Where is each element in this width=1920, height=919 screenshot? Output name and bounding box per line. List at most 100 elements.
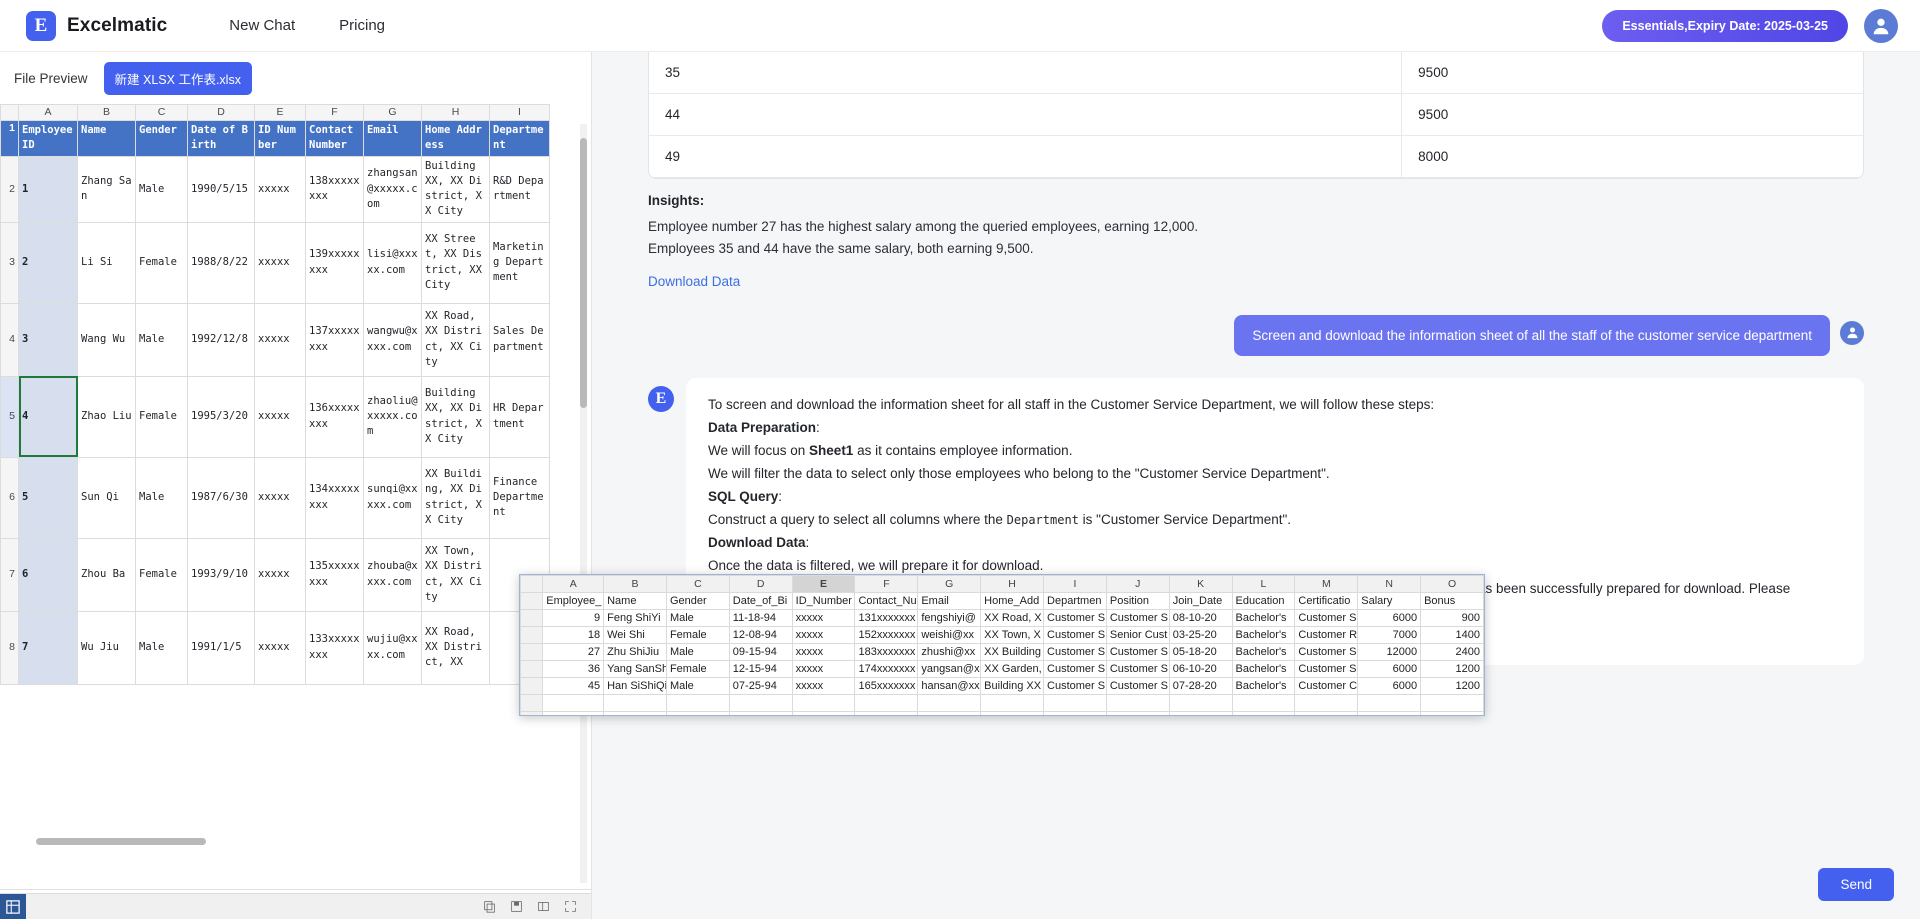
send-button[interactable]: Send bbox=[1818, 868, 1894, 901]
cell-r6-c7[interactable]: XX Building, XX District, XX City bbox=[422, 457, 490, 538]
floating-row-head-2[interactable] bbox=[521, 644, 543, 661]
floating-cell-r1-c0[interactable]: 18 bbox=[543, 627, 604, 644]
file-tab-chip[interactable]: 新建 XLSX 工作表.xlsx bbox=[104, 62, 252, 95]
floating-cell-r1-c5[interactable]: 152xxxxxxx bbox=[855, 627, 918, 644]
user-avatar[interactable] bbox=[1864, 9, 1898, 43]
floating-header-10[interactable]: Join_Date bbox=[1169, 593, 1232, 610]
floating-cell-r0-c9[interactable]: Customer S bbox=[1106, 610, 1169, 627]
floating-empty-cell[interactable] bbox=[1044, 695, 1107, 712]
cell-r4-c0[interactable]: 3 bbox=[19, 303, 78, 376]
floating-empty-cell[interactable] bbox=[729, 695, 792, 712]
floating-cell-r2-c4[interactable]: xxxxx bbox=[792, 644, 855, 661]
cell-r3-c8[interactable]: Marketing Department bbox=[490, 222, 550, 303]
floating-col-head-L[interactable]: L bbox=[1232, 576, 1295, 593]
floating-cell-r3-c6[interactable]: yangsan@x bbox=[918, 661, 981, 678]
cell-r2-c6[interactable]: zhangsan@xxxxx.com bbox=[364, 156, 422, 222]
floating-cell-r4-c4[interactable]: xxxxx bbox=[792, 678, 855, 695]
cell-r8-c5[interactable]: 133xxxxxxxx bbox=[306, 611, 364, 684]
floating-header-12[interactable]: Certificatio bbox=[1295, 593, 1358, 610]
floating-cell-r4-c14[interactable]: 1200 bbox=[1421, 678, 1484, 695]
row-head-4[interactable]: 4 bbox=[1, 303, 19, 376]
floating-cell-r4-c9[interactable]: Customer S bbox=[1106, 678, 1169, 695]
download-data-link[interactable]: Download Data bbox=[648, 274, 740, 289]
floating-cell-r4-c11[interactable]: Bachelor's bbox=[1232, 678, 1295, 695]
floating-empty-cell[interactable] bbox=[1358, 695, 1421, 712]
floating-cell-r0-c7[interactable]: XX Road, X bbox=[981, 610, 1044, 627]
floating-col-head-B[interactable]: B bbox=[604, 576, 667, 593]
floating-row-head-4[interactable] bbox=[521, 678, 543, 695]
floating-cell-r0-c14[interactable]: 900 bbox=[1421, 610, 1484, 627]
cell-r5-c1[interactable]: Zhao Liu bbox=[78, 376, 136, 457]
cell-r4-c2[interactable]: Male bbox=[136, 303, 188, 376]
cell-r5-c3[interactable]: 1995/3/20 bbox=[188, 376, 255, 457]
col-head-B[interactable]: B bbox=[78, 105, 136, 121]
header-cell-department[interactable]: Department bbox=[490, 121, 550, 156]
floating-grid-corner[interactable] bbox=[521, 576, 543, 593]
floating-row-head-0[interactable] bbox=[521, 610, 543, 627]
floating-cell-r3-c2[interactable]: Female bbox=[666, 661, 729, 678]
floating-header-1[interactable]: Name bbox=[604, 593, 667, 610]
floating-cell-r1-c14[interactable]: 1400 bbox=[1421, 627, 1484, 644]
floating-cell-r0-c11[interactable]: Bachelor's bbox=[1232, 610, 1295, 627]
floating-cell-r4-c2[interactable]: Male bbox=[666, 678, 729, 695]
cell-r6-c6[interactable]: sunqi@xxxxx.com bbox=[364, 457, 422, 538]
col-head-I[interactable]: I bbox=[490, 105, 550, 121]
floating-cell-r3-c12[interactable]: Customer S bbox=[1295, 661, 1358, 678]
floating-cell-r4-c13[interactable]: 6000 bbox=[1358, 678, 1421, 695]
floating-cell-r0-c3[interactable]: 11-18-94 bbox=[729, 610, 792, 627]
floating-cell-r2-c1[interactable]: Zhu ShiJiu bbox=[604, 644, 667, 661]
cell-r8-c2[interactable]: Male bbox=[136, 611, 188, 684]
floating-cell-r2-c10[interactable]: 05-18-20 bbox=[1169, 644, 1232, 661]
floating-cell-r1-c9[interactable]: Senior Cust bbox=[1106, 627, 1169, 644]
floating-header-7[interactable]: Home_Add bbox=[981, 593, 1044, 610]
floating-cell-r0-c13[interactable]: 6000 bbox=[1358, 610, 1421, 627]
floating-col-head-M[interactable]: M bbox=[1295, 576, 1358, 593]
row-head-8[interactable]: 8 bbox=[1, 611, 19, 684]
cell-r3-c0[interactable]: 2 bbox=[19, 222, 78, 303]
floating-empty-cell[interactable] bbox=[855, 695, 918, 712]
cell-r7-c5[interactable]: 135xxxxxxxx bbox=[306, 538, 364, 611]
floating-header-6[interactable]: Email bbox=[918, 593, 981, 610]
floating-cell-r4-c12[interactable]: Customer C bbox=[1295, 678, 1358, 695]
floating-cell-r0-c8[interactable]: Customer S bbox=[1044, 610, 1107, 627]
cell-r3-c1[interactable]: Li Si bbox=[78, 222, 136, 303]
floating-cell-r4-c1[interactable]: Han SiShiQi bbox=[604, 678, 667, 695]
cell-r6-c3[interactable]: 1987/6/30 bbox=[188, 457, 255, 538]
floating-empty-cell[interactable] bbox=[543, 695, 604, 712]
floating-col-head-O[interactable]: O bbox=[1421, 576, 1484, 593]
floating-cell-r3-c11[interactable]: Bachelor's bbox=[1232, 661, 1295, 678]
cell-r4-c6[interactable]: wangwu@xxxx.com bbox=[364, 303, 422, 376]
cell-r4-c5[interactable]: 137xxxxxxxx bbox=[306, 303, 364, 376]
col-head-A[interactable]: A bbox=[19, 105, 78, 121]
cell-r6-c0[interactable]: 5 bbox=[19, 457, 78, 538]
floating-header-9[interactable]: Position bbox=[1106, 593, 1169, 610]
select-all-corner[interactable] bbox=[1, 105, 19, 121]
floating-empty-cell[interactable] bbox=[729, 712, 792, 717]
cell-r6-c8[interactable]: Finance Department bbox=[490, 457, 550, 538]
cell-r8-c4[interactable]: xxxxx bbox=[255, 611, 306, 684]
floating-cell-r0-c6[interactable]: fengshiyi@ bbox=[918, 610, 981, 627]
floating-col-head-K[interactable]: K bbox=[1169, 576, 1232, 593]
spreadsheet-grid-wrapper[interactable]: A B C D E F G H I 1 Employee ID Name Gen… bbox=[0, 104, 591, 889]
floating-cell-r2-c6[interactable]: zhushi@xx bbox=[918, 644, 981, 661]
floating-empty-cell[interactable] bbox=[604, 712, 667, 717]
cell-r5-c8[interactable]: HR Department bbox=[490, 376, 550, 457]
floating-cell-r3-c9[interactable]: Customer S bbox=[1106, 661, 1169, 678]
brand[interactable]: E Excelmatic bbox=[26, 11, 167, 41]
floating-cell-r2-c7[interactable]: XX Building bbox=[981, 644, 1044, 661]
cell-r7-c0[interactable]: 6 bbox=[19, 538, 78, 611]
floating-cell-r3-c5[interactable]: 174xxxxxxx bbox=[855, 661, 918, 678]
floating-cell-r0-c2[interactable]: Male bbox=[666, 610, 729, 627]
floating-col-head-H[interactable]: H bbox=[981, 576, 1044, 593]
cell-r8-c1[interactable]: Wu Jiu bbox=[78, 611, 136, 684]
cell-r3-c7[interactable]: XX Street, XX District, XX City bbox=[422, 222, 490, 303]
floating-cell-r3-c0[interactable]: 36 bbox=[543, 661, 604, 678]
cell-r7-c6[interactable]: zhouba@xxxx.com bbox=[364, 538, 422, 611]
horizontal-scrollbar-thumb[interactable] bbox=[36, 838, 206, 845]
floating-cell-r0-c5[interactable]: 131xxxxxxx bbox=[855, 610, 918, 627]
floating-empty-cell[interactable] bbox=[918, 712, 981, 717]
floating-empty-cell[interactable] bbox=[1295, 695, 1358, 712]
floating-cell-r2-c12[interactable]: Customer S bbox=[1295, 644, 1358, 661]
col-head-D[interactable]: D bbox=[188, 105, 255, 121]
floating-cell-r2-c11[interactable]: Bachelor's bbox=[1232, 644, 1295, 661]
